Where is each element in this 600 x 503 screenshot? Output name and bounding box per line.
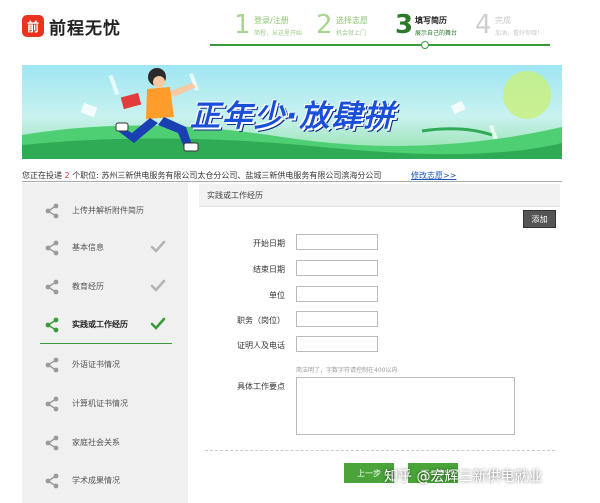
checkmark-icon bbox=[150, 316, 166, 332]
step-title: 填写简历 bbox=[415, 16, 447, 25]
banner: 正年少·放肆拼 bbox=[22, 65, 562, 159]
position-label: 职务（岗位） bbox=[237, 316, 285, 325]
step-number: 3 bbox=[395, 10, 414, 40]
watermark: 知乎 @宏辉三新供电就业 bbox=[384, 469, 543, 485]
step-number: 2 bbox=[316, 10, 333, 40]
step-title: 选择志愿 bbox=[336, 16, 368, 25]
brand-name: 前程无忧 bbox=[49, 19, 121, 39]
share-icon bbox=[44, 317, 60, 333]
section-title: 实践或工作经历 bbox=[207, 191, 263, 200]
unit-label: 单位 bbox=[269, 291, 285, 300]
position-input[interactable] bbox=[296, 311, 378, 327]
step-subtitle: 展示自己的舞台 bbox=[415, 30, 458, 37]
sidebar-item-label: 外语证书情况 bbox=[72, 360, 120, 369]
witness-label: 证明人及电话 bbox=[237, 341, 285, 350]
add-button[interactable]: 添加 bbox=[523, 210, 556, 228]
share-icon bbox=[44, 279, 60, 295]
sidebar-item[interactable]: 计算机证书情况 bbox=[22, 386, 188, 422]
step-title: 完成 bbox=[495, 16, 511, 25]
sidebar-item[interactable]: 基本信息 bbox=[22, 230, 188, 266]
start-date-input[interactable] bbox=[296, 234, 378, 250]
step-number: 1 bbox=[234, 10, 251, 40]
sidebar-item-label: 家庭社会关系 bbox=[72, 438, 120, 447]
sidebar-item[interactable]: 实践或工作经历 bbox=[22, 307, 188, 343]
witness-input[interactable] bbox=[296, 336, 378, 352]
progress-marker bbox=[421, 41, 429, 49]
work-detail-textarea[interactable] bbox=[296, 377, 515, 435]
share-icon bbox=[44, 357, 60, 373]
sidebar-item[interactable]: 学术成果情况 bbox=[22, 463, 188, 499]
sidebar-item-label: 上传并解析附件简历 bbox=[72, 206, 144, 215]
end-date-label: 结束日期 bbox=[253, 265, 285, 274]
step-subtitle: 简程，从这里开始 bbox=[254, 30, 303, 37]
progress-line bbox=[210, 44, 550, 46]
modify-preference-link[interactable]: 修改志愿>> bbox=[411, 170, 456, 181]
sidebar-item-label: 学术成果情况 bbox=[72, 476, 120, 485]
share-icon bbox=[44, 203, 60, 219]
sidebar-item-label: 基本信息 bbox=[72, 243, 104, 252]
apply-suffix: 个职位: bbox=[72, 171, 99, 180]
sidebar-item[interactable]: 家庭社会关系 bbox=[22, 425, 188, 461]
detail-hint: 简洁明了，字数字符请控制在400以内 bbox=[296, 367, 398, 374]
step-number: 4 bbox=[475, 10, 492, 40]
sidebar-item-label: 计算机证书情况 bbox=[72, 399, 128, 408]
share-icon bbox=[44, 473, 60, 489]
dashed-divider bbox=[205, 450, 555, 451]
checkmark-icon bbox=[150, 239, 166, 255]
detail-label: 具体工作要点 bbox=[237, 382, 285, 391]
end-date-input[interactable] bbox=[296, 260, 378, 276]
apply-companies: 苏州三新供电服务有限公司太仓分公司、盐城三新供电服务有限公司滨海分公司 bbox=[101, 171, 382, 180]
sidebar-item[interactable]: 教育经历 bbox=[22, 269, 188, 305]
sidebar-item-label: 实践或工作经历 bbox=[72, 320, 128, 329]
checkmark-icon bbox=[150, 278, 166, 294]
sidebar-item[interactable]: 外语证书情况 bbox=[22, 347, 188, 383]
sidebar-item[interactable]: 上传并解析附件简历 bbox=[22, 193, 188, 229]
apply-info: 您正在投递 2 个职位: 苏州三新供电服务有限公司太仓分公司、盐城三新供电服务有… bbox=[22, 170, 381, 181]
step-subtitle: 加油，看好你哦！ bbox=[495, 30, 544, 37]
unit-input[interactable] bbox=[296, 286, 378, 302]
active-item-underline bbox=[40, 343, 172, 344]
step-title: 登录/注册 bbox=[254, 16, 289, 25]
share-icon bbox=[44, 435, 60, 451]
share-icon bbox=[44, 240, 60, 256]
section-header: 实践或工作经历 bbox=[199, 184, 560, 207]
apply-count: 2 bbox=[64, 171, 70, 180]
apply-prefix: 您正在投递 bbox=[22, 171, 62, 180]
sidebar-item-label: 教育经历 bbox=[72, 282, 104, 291]
share-icon bbox=[44, 396, 60, 412]
step-subtitle: 机会就上门 bbox=[336, 30, 367, 37]
banner-title: 正年少·放肆拼 bbox=[190, 99, 396, 134]
logo-icon: 前 bbox=[22, 15, 44, 37]
divider bbox=[22, 181, 562, 182]
start-date-label: 开始日期 bbox=[253, 239, 285, 248]
